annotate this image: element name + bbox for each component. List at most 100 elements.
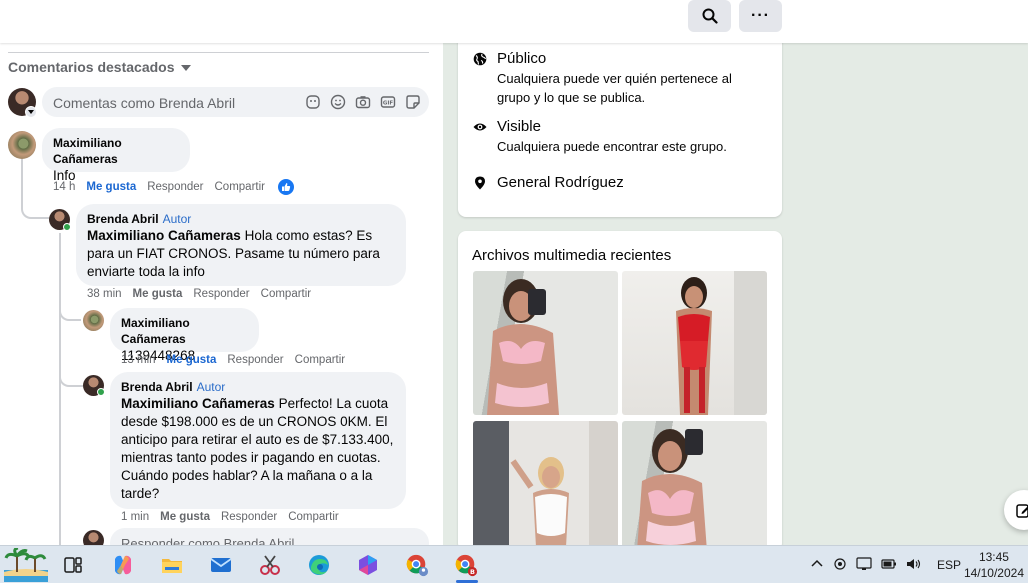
avatar[interactable] bbox=[83, 530, 104, 545]
media-thumbnail[interactable] bbox=[473, 271, 618, 415]
system-clock[interactable]: 13:45 14/10/2024 bbox=[964, 549, 1024, 581]
chrome-profile-icon[interactable] bbox=[405, 553, 429, 577]
online-status-indicator bbox=[97, 388, 105, 396]
comment-author[interactable]: Brenda Abril bbox=[87, 212, 159, 226]
reply-button[interactable]: Responder bbox=[221, 511, 277, 523]
comment-timestamp[interactable]: 14 h bbox=[53, 181, 75, 193]
group-about-card: Público Cualquiera puede ver quién perte… bbox=[458, 30, 782, 217]
like-button[interactable]: Me gusta bbox=[86, 181, 136, 193]
eye-icon bbox=[473, 123, 487, 131]
display-settings-icon[interactable] bbox=[856, 556, 872, 574]
comment-body: Perfecto! La cuota desde $198.000 es de … bbox=[121, 396, 394, 501]
battery-icon[interactable] bbox=[881, 557, 897, 574]
reply-button[interactable]: Responder bbox=[227, 354, 283, 366]
comment-actions: 38 min Me gusta Responder Compartir bbox=[87, 288, 311, 300]
comment-timestamp[interactable]: 13 min bbox=[121, 354, 156, 366]
about-location-row: General Rodríguez bbox=[473, 174, 624, 191]
media-thumbnail[interactable] bbox=[622, 421, 767, 565]
reply-input[interactable]: Responder como Brenda Abril bbox=[110, 528, 429, 545]
chevron-up-icon[interactable] bbox=[810, 557, 824, 574]
comment-text: Maximiliano Cañameras Perfecto! La cuota… bbox=[121, 395, 394, 503]
chrome-profile-b-icon[interactable]: B bbox=[454, 553, 478, 577]
privacy-description: Cualquiera puede ver quién pertenece al … bbox=[497, 71, 732, 105]
avatar-sticker-icon[interactable] bbox=[305, 94, 321, 110]
author-badge: Autor bbox=[162, 212, 192, 226]
profile-switch-icon[interactable] bbox=[25, 106, 37, 118]
emoji-icon[interactable] bbox=[330, 94, 346, 110]
avatar[interactable] bbox=[83, 310, 104, 331]
widgets-beach-icon[interactable] bbox=[4, 548, 48, 582]
privacy-title: Público bbox=[497, 50, 547, 67]
thumbs-up-icon[interactable] bbox=[277, 179, 294, 195]
comment-actions: 13 min Me gusta Responder Compartir bbox=[121, 354, 345, 366]
input-language-indicator[interactable]: ESP bbox=[937, 558, 961, 572]
share-button[interactable]: Compartir bbox=[295, 354, 345, 366]
comment-sort-label: Comentarios destacados bbox=[8, 59, 175, 75]
reply-input-placeholder: Responder como Brenda Abril bbox=[121, 536, 295, 545]
windows-taskbar: B ESP 13:45 14/10/2024 bbox=[0, 545, 1028, 583]
media-thumbnail[interactable] bbox=[622, 271, 767, 415]
file-explorer-icon[interactable] bbox=[160, 553, 184, 577]
comment-bubble: Maximiliano Cañameras Info bbox=[42, 128, 190, 183]
like-button[interactable]: Me gusta bbox=[133, 288, 183, 300]
compose-icon bbox=[1016, 504, 1028, 518]
camera-icon[interactable] bbox=[355, 94, 371, 110]
more-options-button[interactable]: ··· bbox=[739, 0, 782, 32]
reply-button[interactable]: Responder bbox=[147, 181, 203, 193]
new-message-button[interactable] bbox=[1004, 490, 1028, 530]
comment-actions: 1 min Me gusta Responder Compartir bbox=[121, 511, 339, 523]
copilot-m365-icon[interactable] bbox=[356, 553, 380, 577]
comment-timestamp[interactable]: 1 min bbox=[121, 511, 149, 523]
thread-line bbox=[59, 233, 61, 545]
like-button[interactable]: Me gusta bbox=[160, 511, 210, 523]
mail-icon[interactable] bbox=[209, 553, 233, 577]
visibility-title: Visible bbox=[497, 118, 541, 135]
location-pin-icon bbox=[475, 176, 485, 190]
media-thumbnail[interactable] bbox=[473, 421, 618, 565]
clock-time: 13:45 bbox=[978, 550, 1009, 564]
visibility-description: Cualquiera puede encontrar este grupo. bbox=[497, 139, 727, 154]
share-button[interactable]: Compartir bbox=[288, 511, 338, 523]
share-button[interactable]: Compartir bbox=[215, 181, 265, 193]
search-button[interactable] bbox=[688, 0, 731, 32]
thread-line bbox=[21, 159, 49, 219]
media-section-title: Archivos multimedia recientes bbox=[472, 247, 672, 264]
gif-icon[interactable]: GIF bbox=[380, 94, 396, 110]
comment-author[interactable]: Brenda Abril bbox=[121, 380, 193, 394]
location-link[interactable]: General Rodríguez bbox=[497, 174, 624, 191]
svg-text:B: B bbox=[470, 568, 475, 576]
task-view-icon[interactable] bbox=[61, 553, 85, 577]
search-icon bbox=[702, 8, 718, 24]
comment-author[interactable]: Maximiliano Cañameras bbox=[53, 135, 178, 167]
about-visible-row: Visible Cualquiera puede encontrar este … bbox=[473, 118, 727, 156]
comment-input-placeholder: Comentas como Brenda Abril bbox=[53, 95, 236, 111]
comment-actions: 14 h Me gusta Responder Compartir bbox=[53, 179, 294, 195]
clock-date: 14/10/2024 bbox=[963, 566, 1024, 580]
snipping-tool-icon[interactable] bbox=[258, 553, 282, 577]
author-badge: Autor bbox=[196, 380, 226, 394]
comment-sort-dropdown[interactable]: Comentarios destacados bbox=[8, 59, 191, 75]
divider bbox=[8, 52, 429, 53]
share-button[interactable]: Compartir bbox=[261, 288, 311, 300]
comment-bubble: Brenda Abril Autor Maximiliano Cañameras … bbox=[110, 372, 406, 509]
sticker-icon[interactable] bbox=[405, 94, 421, 110]
globe-icon bbox=[473, 52, 487, 66]
system-tray: ESP bbox=[810, 546, 961, 583]
top-bar: ··· bbox=[0, 0, 1028, 43]
comment-author[interactable]: Maximiliano Cañameras bbox=[121, 315, 247, 347]
thread-line bbox=[59, 343, 83, 387]
avatar[interactable] bbox=[8, 131, 36, 159]
volume-icon[interactable] bbox=[906, 557, 922, 574]
mention-link[interactable]: Maximiliano Cañameras bbox=[87, 228, 241, 243]
reply-button[interactable]: Responder bbox=[193, 288, 249, 300]
like-button[interactable]: Me gusta bbox=[167, 354, 217, 366]
comment-bubble: Maximiliano Cañameras 1139448268 bbox=[110, 308, 259, 363]
comment-input[interactable]: Comentas como Brenda Abril GIF bbox=[42, 87, 429, 117]
copilot-icon[interactable] bbox=[111, 553, 135, 577]
comment-timestamp[interactable]: 38 min bbox=[87, 288, 122, 300]
edge-icon[interactable] bbox=[307, 553, 331, 577]
comment-text: Maximiliano Cañameras Hola como estas? E… bbox=[87, 227, 394, 281]
location-tray-icon[interactable] bbox=[833, 557, 847, 574]
mention-link[interactable]: Maximiliano Cañameras bbox=[121, 396, 275, 411]
about-public-row: Público Cualquiera puede ver quién perte… bbox=[473, 50, 747, 107]
